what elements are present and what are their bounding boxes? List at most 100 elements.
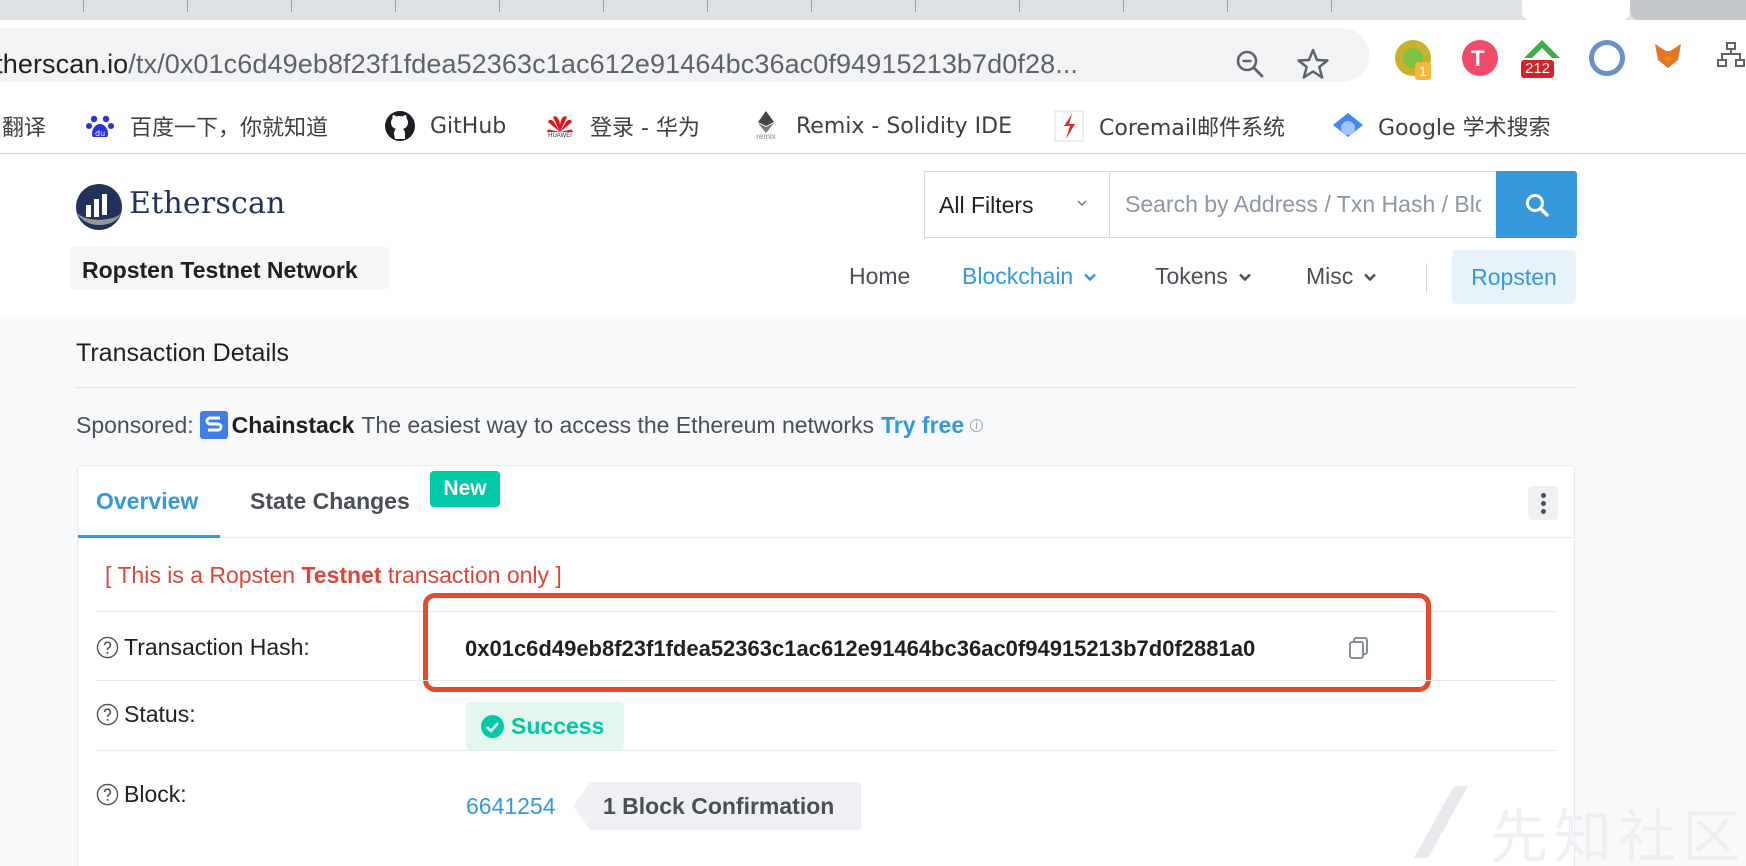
- tab-separator: [395, 0, 396, 12]
- tab-separator: [291, 0, 292, 12]
- bookmark-github[interactable]: GitHub: [384, 109, 506, 143]
- nav-divider: [1426, 263, 1427, 293]
- block-label: Block:: [96, 781, 187, 808]
- bookmark-star-icon[interactable]: [1296, 47, 1330, 81]
- bookmark-translate[interactable]: 翻译: [2, 109, 46, 143]
- sponsor-link[interactable]: Try free: [881, 412, 964, 439]
- chainstack-logo-icon[interactable]: [199, 411, 228, 439]
- bookmark-baidu[interactable]: du 百度一下，你就知道: [84, 109, 328, 143]
- bookmark-remix[interactable]: remix Remix - Solidity IDE: [750, 109, 1012, 143]
- annotation-highlight-box: [423, 593, 1431, 692]
- extension-badge: 212: [1521, 60, 1555, 78]
- block-confirmation-badge: 1 Block Confirmation: [573, 782, 861, 830]
- question-icon[interactable]: [96, 703, 119, 726]
- ext-green-circle-icon[interactable]: 1: [1395, 40, 1431, 80]
- browser-tab-active[interactable]: [1522, 0, 1630, 20]
- ext-pink-t-icon[interactable]: T: [1462, 40, 1498, 76]
- transaction-card: Overview State Changes New [ This is a R…: [77, 465, 1575, 866]
- divider: [76, 387, 1576, 388]
- check-circle-icon: [481, 714, 504, 738]
- status-badge: Success: [466, 702, 624, 750]
- extension-badge: 1: [1415, 62, 1431, 80]
- ext-metamask-fox-icon[interactable]: [1652, 40, 1688, 76]
- nav-home-label: Home: [849, 263, 911, 289]
- nav-misc[interactable]: Misc: [1306, 263, 1377, 290]
- watermark-text: 先知社区: [1490, 803, 1746, 866]
- url-path: /tx/0x01c6d49eb8f23f1fdea52363c1ac612e91…: [128, 49, 1079, 79]
- nav-tokens-label: Tokens: [1155, 263, 1228, 289]
- bookmark-label: 翻译: [2, 116, 47, 141]
- sponsored-prefix: Sponsored:: [76, 411, 194, 438]
- filter-select[interactable]: All Filters: [925, 172, 1110, 237]
- testnet-notice: [ This is a Ropsten Testnet transaction …: [105, 562, 562, 589]
- nav-misc-label: Misc: [1306, 263, 1354, 289]
- network-badge: Ropsten Testnet Network: [70, 247, 390, 289]
- browser-toolbar: etherscan.io/tx/0x01c6d49eb8f23f1fdea523…: [0, 20, 1746, 154]
- github-icon: [384, 110, 416, 142]
- network-switch-button[interactable]: Ropsten: [1452, 250, 1576, 304]
- browser-tab-strip: [0, 0, 1746, 20]
- divider: [96, 680, 1556, 681]
- site-header: Etherscan Ropsten Testnet Network All Fi…: [0, 155, 1746, 317]
- nav-home[interactable]: Home: [849, 263, 910, 290]
- status-label-text: Status:: [124, 701, 196, 727]
- tab-bar: Overview State Changes New: [78, 466, 1574, 538]
- tab-separator: [603, 0, 604, 12]
- hash-label: Transaction Hash:: [96, 634, 310, 661]
- ext-green-arrow-icon[interactable]: 212: [1521, 40, 1560, 78]
- nav-blockchain-label: Blockchain: [962, 263, 1074, 289]
- sponsor-brand[interactable]: Chainstack: [232, 412, 355, 439]
- address-bar[interactable]: etherscan.io/tx/0x01c6d49eb8f23f1fdea523…: [0, 28, 1369, 82]
- bookmark-huawei[interactable]: HUAWEI 登录 - 华为: [544, 109, 700, 143]
- tab-overview[interactable]: Overview: [96, 488, 198, 515]
- testnet-notice-bold: Testnet: [301, 562, 382, 588]
- zoom-icon[interactable]: [1233, 47, 1267, 81]
- etherscan-logo-icon[interactable]: [75, 183, 123, 231]
- browser-tab[interactable]: [1630, 0, 1746, 20]
- xianzhi-logo-icon: [1414, 786, 1468, 858]
- sponsor-text[interactable]: The easiest way to access the Ethereum n…: [361, 412, 874, 439]
- testnet-notice-text: transaction only ]: [381, 562, 562, 588]
- huawei-sublabel: HUAWEI: [548, 133, 572, 139]
- remix-icon: remix: [750, 110, 782, 142]
- tab-state-changes[interactable]: State Changes: [250, 488, 410, 515]
- nav-tokens[interactable]: Tokens: [1155, 263, 1252, 290]
- search-button[interactable]: [1496, 171, 1577, 238]
- question-icon[interactable]: [96, 636, 119, 659]
- url-host: etherscan.io: [0, 49, 129, 79]
- url-text[interactable]: etherscan.io/tx/0x01c6d49eb8f23f1fdea523…: [0, 49, 1078, 80]
- bookmark-label: Remix - Solidity IDE: [796, 113, 1013, 139]
- info-icon[interactable]: i: [970, 418, 984, 432]
- tab-separator: [83, 0, 84, 12]
- search-bar: All Filters: [924, 171, 1577, 238]
- tab-separator: [811, 0, 812, 12]
- bookmark-label: Google 学术搜索: [1378, 116, 1551, 141]
- status-value: Success: [511, 712, 605, 739]
- question-icon[interactable]: [96, 783, 119, 806]
- tab-separator: [915, 0, 916, 12]
- tab-separator: [1331, 0, 1332, 12]
- tab-separator: [707, 0, 708, 12]
- bookmark-google-scholar[interactable]: Google 学术搜索: [1332, 109, 1551, 143]
- new-badge: New: [430, 471, 500, 507]
- status-label: Status:: [96, 701, 196, 728]
- ext-blue-ring-icon[interactable]: [1589, 40, 1625, 76]
- ext-sitemap-icon[interactable]: [1716, 40, 1746, 76]
- etherscan-logo-text[interactable]: Etherscan: [129, 186, 286, 221]
- chevron-down-icon: [1084, 273, 1097, 281]
- more-options-icon[interactable]: [1528, 486, 1558, 520]
- search-input[interactable]: [1111, 172, 1495, 237]
- chevron-down-icon: [1239, 273, 1251, 281]
- tab-separator: [1019, 0, 1020, 12]
- bookmark-label: 登录 - 华为: [590, 116, 700, 141]
- bookmark-label: GitHub: [430, 113, 507, 139]
- page-title: Transaction Details: [76, 339, 290, 367]
- huawei-icon: HUAWEI: [544, 110, 576, 142]
- bookmark-label: 百度一下，你就知道: [130, 116, 329, 141]
- tab-separator: [499, 0, 500, 12]
- block-number-link[interactable]: 6641254: [466, 793, 556, 820]
- divider: [96, 750, 1556, 751]
- tab-separator: [1123, 0, 1124, 12]
- nav-blockchain[interactable]: Blockchain: [962, 263, 1097, 290]
- bookmark-coremail[interactable]: Coremail邮件系统: [1053, 109, 1285, 143]
